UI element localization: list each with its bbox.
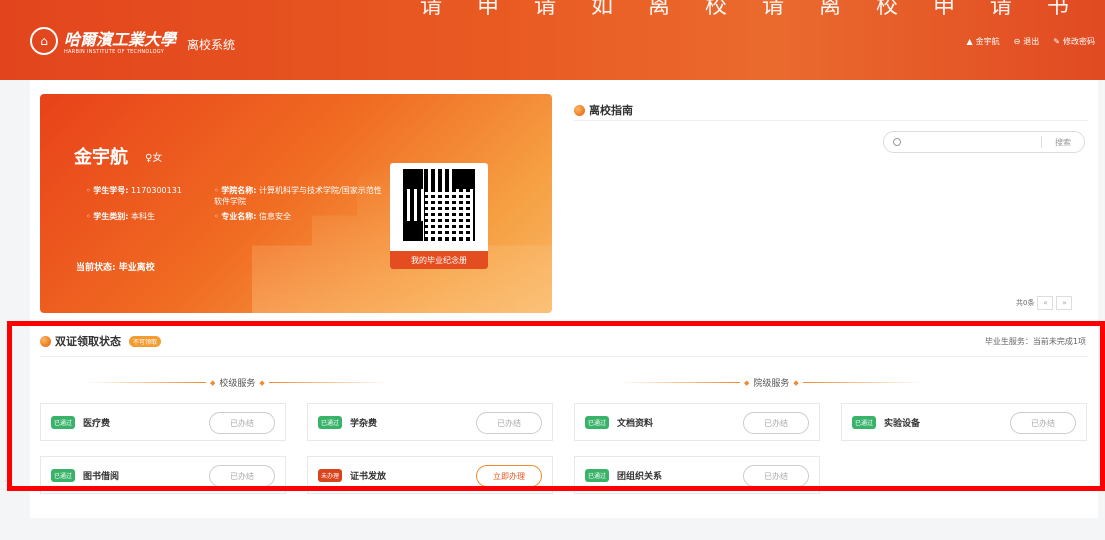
section-line <box>268 382 389 383</box>
guide-search: 搜索 <box>883 131 1085 153</box>
college-section-title: ◆ 院级服务 ◆ <box>620 376 923 389</box>
major-row: ◦ 专业名称: 信息安全 <box>214 212 292 221</box>
service-item: 已通过 学杂费 已办结 <box>307 403 553 441</box>
certificate-header: 双证领取状态 不可领取 <box>40 333 162 349</box>
qr-caption: 我的毕业纪念册 <box>390 251 488 269</box>
service-item: 未办理 证书发放 立即办理 <box>307 456 553 494</box>
college-section-label: 院级服务 <box>753 379 790 389</box>
service-label: 文档资料 <box>617 418 654 429</box>
current-status: 当前状态: 毕业离校 <box>76 260 155 273</box>
student-name: 金宇航 <box>74 147 128 168</box>
user-name: 金宇航 <box>975 37 1000 46</box>
top-bar: 请 申 请 如 离 校 请 离 校 申 请 书 ⌂ 哈爾濱工業大學 HARBIN… <box>0 0 1105 80</box>
service-label: 医疗费 <box>83 418 111 429</box>
diamond-icon: ◆ <box>259 378 265 387</box>
service-status-tag: 未办理 <box>318 468 343 482</box>
service-label: 证书发放 <box>350 471 387 482</box>
logo-chinese-name: 哈爾濱工業大學 <box>64 30 177 49</box>
section-line <box>86 382 206 383</box>
service-action-button[interactable]: 已办结 <box>743 465 809 487</box>
section-line <box>620 382 740 383</box>
diamond-icon: ◆ <box>210 378 216 387</box>
service-action-button[interactable]: 已办结 <box>743 412 809 434</box>
student-gender: ♀女 <box>145 153 163 164</box>
certificate-status-badge: 不可领取 <box>129 335 162 347</box>
pagination: 共0条 « » <box>1016 296 1073 310</box>
diamond-icon: ◆ <box>793 378 799 387</box>
logout-button[interactable]: ⊖ 退出 <box>1014 36 1040 47</box>
service-label: 实验设备 <box>884 418 921 429</box>
top-actions: ▲ 金宇航 ⊖ 退出 ✎ 修改密码 <box>966 36 1095 47</box>
bullet-icon <box>574 104 585 116</box>
service-item: 已通过 图书借阅 已办结 <box>40 456 286 494</box>
service-status-tag: 已通过 <box>585 468 610 482</box>
student-type-value: 本科生 <box>131 212 156 221</box>
student-id-value: 1170300131 <box>131 186 182 195</box>
system-title: 离校系统 <box>187 38 236 52</box>
student-type-row: ◦ 学生类别: 本科生 <box>86 212 156 221</box>
major-value: 信息安全 <box>259 212 292 221</box>
logo-english-name: HARBIN INSTITUTE OF TECHNOLOGY <box>64 49 165 55</box>
service-status-tag: 已通过 <box>51 468 76 482</box>
service-action-button[interactable]: 已办结 <box>209 465 275 487</box>
service-item: 已通过 团组织关系 已办结 <box>574 456 820 494</box>
guide-header: 离校指南 <box>574 102 633 118</box>
logout-icon: ⊖ <box>1013 37 1021 46</box>
student-id-label: 学生学号: <box>93 186 129 195</box>
main-container: 金宇航 ♀女 ◦ 学生学号: 1170300131 ◦ 学生类别: 本科生 ◦ … <box>30 80 1098 518</box>
seal-icon: ⌂ <box>30 26 58 55</box>
student-card: 金宇航 ♀女 ◦ 学生学号: 1170300131 ◦ 学生类别: 本科生 ◦ … <box>40 94 552 313</box>
service-status-tag: 已通过 <box>51 415 76 429</box>
qr-code-card[interactable]: 我的毕业纪念册 <box>390 163 488 269</box>
certificate-title: 双证领取状态 <box>55 335 121 348</box>
search-input[interactable] <box>907 137 1041 147</box>
service-action-button[interactable]: 已办结 <box>476 412 542 434</box>
status-label: 当前状态: <box>76 263 116 273</box>
user-menu[interactable]: ▲ 金宇航 <box>966 36 999 47</box>
service-status-tag: 已通过 <box>585 415 610 429</box>
service-status-tag: 已通过 <box>318 415 343 429</box>
service-item: 已通过 文档资料 已办结 <box>574 403 820 441</box>
college-label: 学院名称: <box>221 186 257 195</box>
service-action-button[interactable]: 已办结 <box>209 412 275 434</box>
next-page-button[interactable]: » <box>1056 296 1073 310</box>
service-label: 学杂费 <box>350 418 378 429</box>
student-type-label: 学生类别: <box>93 212 129 221</box>
service-status-tag: 已通过 <box>852 415 877 429</box>
service-label: 团组织关系 <box>617 471 663 482</box>
bullet-icon <box>40 335 51 347</box>
header-caption: 请 申 请 如 离 校 请 离 校 申 请 书 <box>420 0 1083 19</box>
qr-code <box>403 169 475 241</box>
search-icon <box>893 138 901 146</box>
school-section-title: ◆ 校级服务 ◆ <box>86 376 389 389</box>
student-id-row: ◦ 学生学号: 1170300131 <box>86 186 182 195</box>
service-summary: 毕业生服务：当前未完成1项 <box>984 337 1086 346</box>
logout-label: 退出 <box>1023 37 1040 46</box>
college-row: ◦ 学院名称: 计算机科学与技术学院/国家示范性软件学院 <box>214 186 382 206</box>
school-section-label: 校级服务 <box>219 379 256 389</box>
service-label: 图书借阅 <box>83 471 120 482</box>
university-logo[interactable]: ⌂ 哈爾濱工業大學 HARBIN INSTITUTE OF TECHNOLOGY <box>30 26 176 55</box>
user-icon: ▲ <box>966 37 973 46</box>
total-count: 共0条 <box>1016 299 1035 307</box>
search-button[interactable]: 搜索 <box>1042 137 1084 148</box>
service-action-button[interactable]: 已办结 <box>1010 412 1076 434</box>
handle-now-button[interactable]: 立即办理 <box>476 465 542 487</box>
diamond-icon: ◆ <box>744 378 750 387</box>
guide-title: 离校指南 <box>589 104 633 117</box>
change-password-button[interactable]: ✎ 修改密码 <box>1053 36 1095 47</box>
edit-icon: ✎ <box>1053 37 1060 46</box>
status-value: 毕业离校 <box>118 263 155 273</box>
prev-page-button[interactable]: « <box>1037 296 1054 310</box>
change-password-label: 修改密码 <box>1063 37 1095 46</box>
major-label: 专业名称: <box>221 212 257 221</box>
service-item: 已通过 医疗费 已办结 <box>40 403 286 441</box>
section-line <box>802 382 923 383</box>
divider <box>40 356 1088 357</box>
service-item: 已通过 实验设备 已办结 <box>841 403 1087 441</box>
divider <box>574 120 1088 121</box>
